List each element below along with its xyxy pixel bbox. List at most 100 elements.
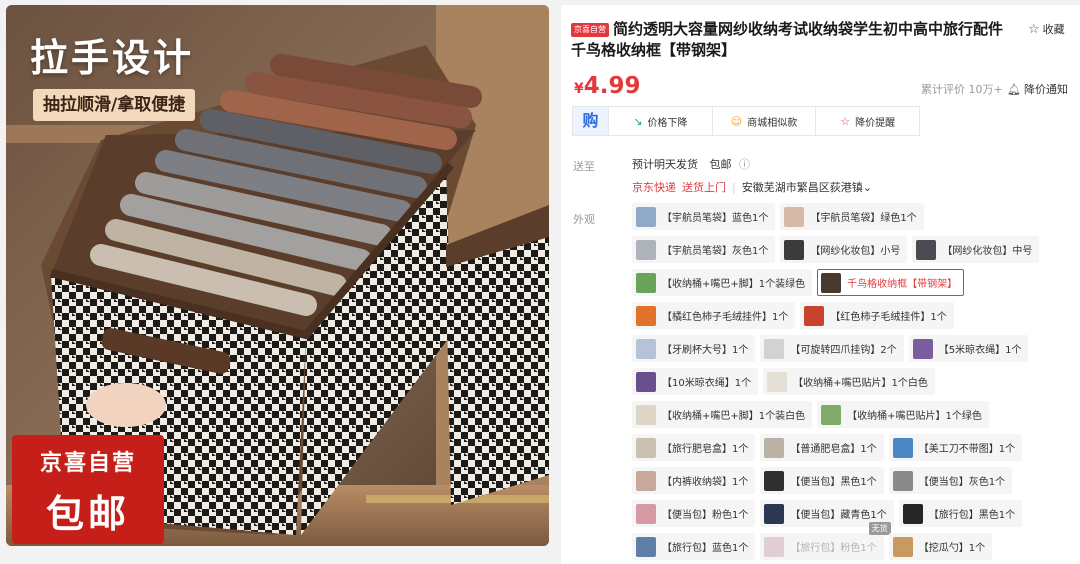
variant-option[interactable]: 【10米晾衣绳】1个: [632, 368, 759, 395]
variant-option[interactable]: 【5米晾衣绳】1个: [908, 335, 1029, 362]
product-title-text: 简约透明大容量网纱收纳考试收纳袋学生初中高中旅行配件千鸟格收纳框【带钢架】: [571, 20, 1004, 59]
delivery-estimate: 预计明天发货 包邮 ⓘ: [632, 156, 750, 172]
variant-label: 【便当包】灰色1个: [918, 477, 1006, 488]
variant-thumbnail: [636, 371, 656, 392]
variant-label: 【5米晾衣绳】1个: [938, 345, 1022, 356]
variant-row: 【宇航员笔袋】灰色1个 【网纱化妆包】小号 【网纱化妆包】中号: [632, 236, 1044, 263]
variant-option[interactable]: 【宇航员笔袋】灰色1个: [632, 236, 776, 263]
variant-option[interactable]: 【旅行包】蓝色1个: [632, 533, 756, 560]
free-shipping: 包邮: [709, 158, 732, 171]
variant-row: 【橘红色柿子毛绒挂件】1个 【红色柿子毛绒挂件】1个: [632, 302, 959, 329]
variant-label: 【普通肥皂盒】1个: [790, 444, 877, 455]
variant-option[interactable]: 千鸟格收纳框【带钢架】: [817, 269, 965, 296]
variant-thumbnail: [804, 305, 825, 326]
variant-row: 【宇航员笔袋】蓝色1个 【宇航员笔袋】绿色1个: [632, 203, 929, 230]
price-reminder-label: 降价提醒: [855, 117, 896, 129]
variant-label: 【旅行包】蓝色1个: [662, 543, 749, 554]
product-image[interactable]: 拉手设计 抽拉顺滑/拿取便捷 京喜自营 包邮: [6, 5, 549, 546]
variant-label: 【旅行包】黑色1个: [928, 510, 1016, 521]
variant-label: 【便当包】藏青色1个: [790, 510, 887, 521]
chevron-down-icon: ⌄: [862, 181, 872, 194]
badge-line-1: 京喜自营: [39, 451, 136, 476]
variant-thumbnail: [636, 338, 656, 359]
variant-option[interactable]: 【美工刀不带图】1个: [888, 434, 1023, 461]
variant-thumbnail: [636, 272, 656, 293]
variant-option[interactable]: 【内裤收纳袋】1个: [632, 467, 756, 494]
variant-label: 【挖瓜勺】1个: [918, 543, 986, 554]
address-text: 安徽芜湖市繁昌区荻港镇: [741, 181, 863, 194]
variant-option[interactable]: 【网纱化妆包】中号: [912, 236, 1040, 263]
variant-label: 【可旋转四爪挂钩】2个: [790, 345, 897, 356]
variant-thumbnail: [636, 536, 656, 557]
door-delivery: 送货上门: [682, 181, 726, 194]
price-drop-button[interactable]: ↘ 价格下降: [609, 107, 713, 135]
variant-thumbnail: [764, 470, 785, 491]
variant-thumbnail: [784, 206, 805, 227]
variant-thumbnail: [916, 239, 937, 260]
variant-option[interactable]: 【旅行肥皂盒】1个: [632, 434, 756, 461]
image-sub-caption: 抽拉顺滑/拿取便捷: [33, 89, 196, 121]
variant-thumbnail: [636, 239, 656, 260]
similar-items-button[interactable]: ☺ 商城相似款: [713, 107, 817, 135]
price-alert-link[interactable]: 🔔︎ 降价通知: [1007, 81, 1068, 97]
variant-label: 【网纱化妆包】中号: [942, 246, 1033, 257]
variant-option[interactable]: 【橘红色柿子毛绒挂件】1个: [632, 302, 796, 329]
variant-option[interactable]: 【可旋转四爪挂钩】2个: [760, 335, 904, 362]
variant-option[interactable]: 【红色柿子毛绒挂件】1个: [800, 302, 954, 329]
delivery-carrier-address: 京东快递 送货上门 | 安徽芜湖市繁昌区荻港镇⌄: [632, 179, 872, 195]
variant-option[interactable]: 【网纱化妆包】小号: [780, 236, 908, 263]
variant-option[interactable]: 【收纳桶+嘴巴贴片】1个白色: [763, 368, 935, 395]
variant-label: 千鸟格收纳框【带钢架】: [847, 279, 958, 290]
variant-row: 【收纳桶+嘴巴+脚】1个装白色 【收纳桶+嘴巴贴片】1个绿色: [632, 401, 994, 428]
variant-thumbnail: [821, 404, 842, 425]
variant-thumbnail: [784, 239, 805, 260]
variant-option[interactable]: 【收纳桶+嘴巴+脚】1个装白色: [632, 401, 813, 428]
variant-thumbnail: [636, 305, 656, 326]
variant-label: 【内裤收纳袋】1个: [662, 477, 749, 488]
variant-label: 【橘红色柿子毛绒挂件】1个: [662, 312, 789, 323]
product-info-panel: 京喜自营 简约透明大容量网纱收纳考试收纳袋学生初中高中旅行配件千鸟格收纳框【带钢架…: [561, 5, 1080, 564]
variant-thumbnail: [821, 272, 842, 293]
variant-option[interactable]: 【宇航员笔袋】绿色1个: [780, 203, 924, 230]
variant-option[interactable]: 【挖瓜勺】1个: [888, 533, 993, 560]
variant-option[interactable]: 【便当包】灰色1个: [888, 467, 1013, 494]
variant-label: 【宇航员笔袋】蓝色1个: [662, 213, 769, 224]
variant-thumbnail: [892, 470, 913, 491]
variant-option[interactable]: 【便当包】黑色1个: [760, 467, 884, 494]
variant-label: 【收纳桶+嘴巴贴片】1个绿色: [847, 411, 982, 422]
price-reminder-button[interactable]: ☆ 降价提醒: [816, 107, 919, 135]
variant-option[interactable]: 【牙刷杯大号】1个: [632, 335, 756, 362]
variant-option[interactable]: 【收纳桶+嘴巴+脚】1个装绿色: [632, 269, 813, 296]
price-action-bar: 购 ↘ 价格下降 ☺ 商城相似款 ☆ 降价提醒: [572, 106, 920, 136]
variant-option[interactable]: 【旅行包】黑色1个: [898, 500, 1023, 527]
jingxi-free-shipping-badge: 京喜自营 包邮: [12, 435, 164, 544]
variant-label: 【宇航员笔袋】灰色1个: [662, 246, 769, 257]
variant-thumbnail: [636, 437, 656, 458]
smile-icon: ☺: [730, 114, 743, 128]
delivery-time: 预计明天发货: [632, 158, 698, 171]
variant-label: 【牙刷杯大号】1个: [662, 345, 749, 356]
favorite-button[interactable]: ☆ 收藏: [1028, 21, 1065, 37]
out-of-stock-tip: 无货: [868, 522, 891, 535]
variant-option[interactable]: 【收纳桶+嘴巴贴片】1个绿色: [817, 401, 989, 428]
variant-option[interactable]: 【便当包】粉色1个: [632, 500, 756, 527]
product-title: 京喜自营 简约透明大容量网纱收纳考试收纳袋学生初中高中旅行配件千鸟格收纳框【带钢架…: [571, 19, 1011, 61]
appearance-label: 外观: [573, 213, 595, 226]
variant-thumbnail: [636, 470, 656, 491]
variant-option[interactable]: 【普通肥皂盒】1个: [760, 434, 884, 461]
review-count[interactable]: 累计评价 10万+: [921, 81, 1003, 97]
variant-label: 【收纳桶+嘴巴+脚】1个装白色: [662, 411, 806, 422]
variant-thumbnail: [912, 338, 933, 359]
variant-option[interactable]: 【旅行包】粉色1个 无货: [760, 522, 891, 560]
variant-row: 【内裤收纳袋】1个 【便当包】黑色1个 【便当包】灰色1个: [632, 467, 1017, 494]
shopping-logo-icon[interactable]: 购: [573, 107, 609, 135]
variant-label: 【收纳桶+嘴巴+脚】1个装绿色: [662, 279, 806, 290]
variant-option[interactable]: 【宇航员笔袋】蓝色1个: [632, 203, 776, 230]
info-circle-icon[interactable]: ⓘ: [739, 158, 750, 171]
variant-label: 【美工刀不带图】1个: [918, 444, 1016, 455]
variant-row: 【10米晾衣绳】1个 【收纳桶+嘴巴贴片】1个白色: [632, 368, 940, 395]
divider: |: [732, 181, 736, 194]
variant-row: 【旅行包】蓝色1个 【旅行包】粉色1个 无货【挖瓜勺】1个: [632, 522, 997, 560]
address-selector[interactable]: 安徽芜湖市繁昌区荻港镇⌄: [742, 181, 872, 194]
variant-label: 【便当包】黑色1个: [790, 477, 877, 488]
